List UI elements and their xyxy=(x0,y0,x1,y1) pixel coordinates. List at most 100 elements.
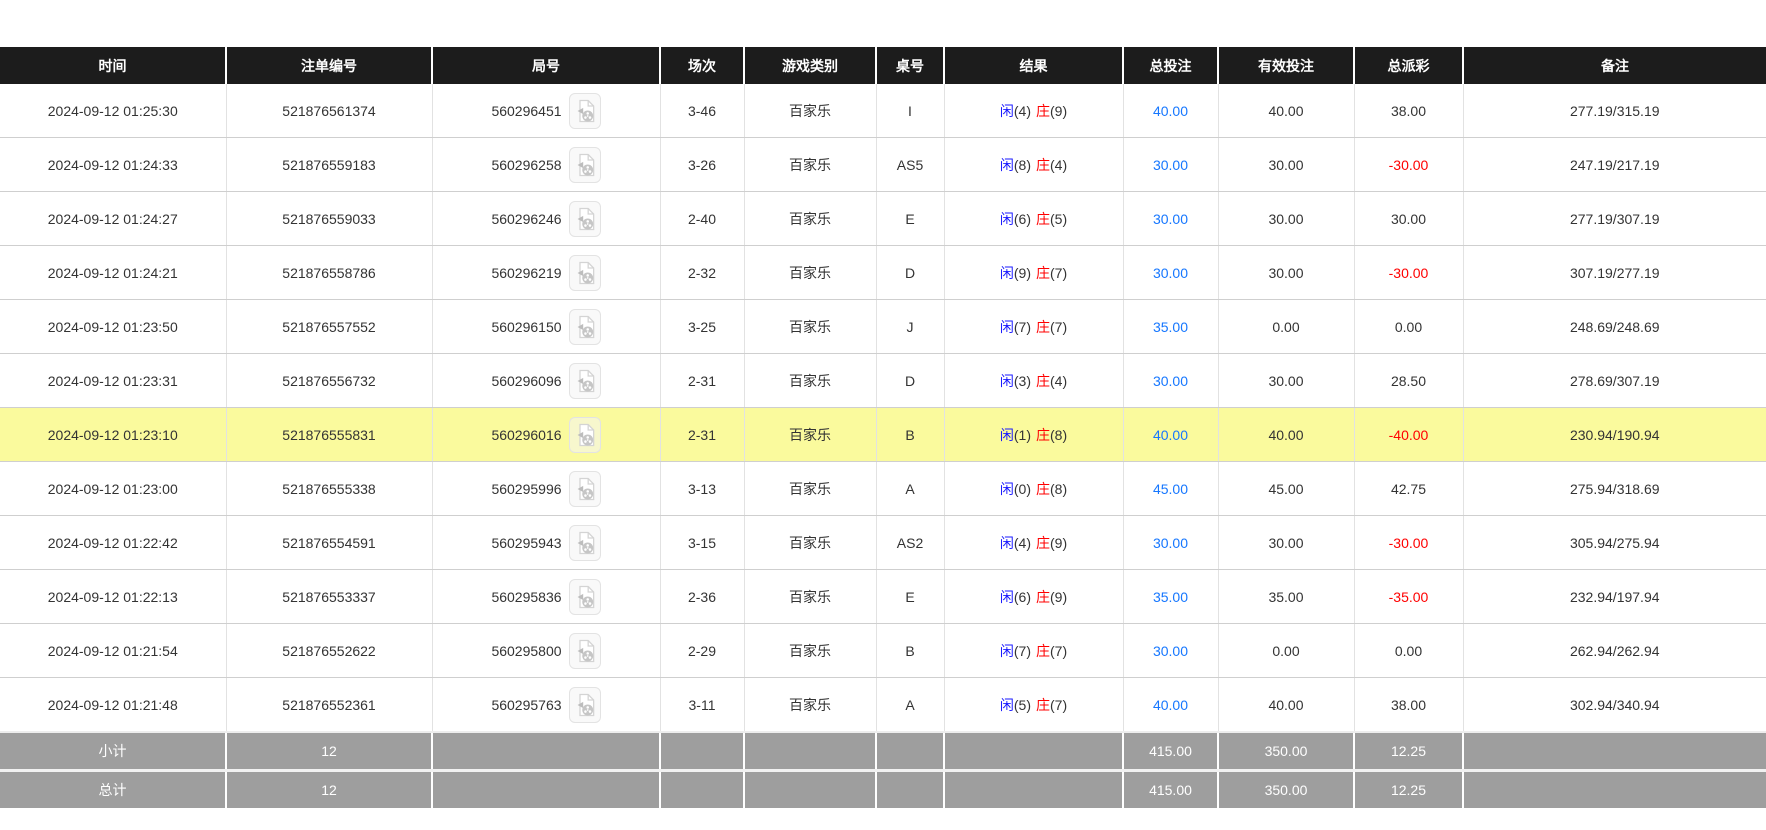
video-replay-button[interactable] xyxy=(569,471,601,507)
table-row[interactable]: 2024-09-12 01:23:10 521876555831 5602960… xyxy=(0,408,1766,462)
cell-valid-bet: 45.00 xyxy=(1218,462,1354,516)
cell-payout: -30.00 xyxy=(1354,138,1463,192)
total-bet-link[interactable]: 40.00 xyxy=(1153,103,1188,119)
summary-valid-bet: 350.00 xyxy=(1218,771,1354,809)
player-result-label: 闲 xyxy=(1000,481,1014,497)
player-result-label: 闲 xyxy=(1000,697,1014,713)
player-score: (7) xyxy=(1014,319,1031,335)
cell-time: 2024-09-12 01:22:13 xyxy=(0,570,226,624)
cell-result: 闲(5) 庄(7) xyxy=(944,678,1123,733)
table-header-row: 时间 注单编号 局号 场次 游戏类别 桌号 结果 总投注 有效投注 总派彩 备注 xyxy=(0,47,1766,84)
video-replay-button[interactable] xyxy=(569,201,601,237)
player-score: (5) xyxy=(1014,697,1031,713)
table-row[interactable]: 2024-09-12 01:22:13 521876553337 5602958… xyxy=(0,570,1766,624)
cell-total-bet: 30.00 xyxy=(1123,192,1218,246)
cell-round-no: 560296016 xyxy=(432,408,660,462)
table-row[interactable]: 2024-09-12 01:25:30 521876561374 5602964… xyxy=(0,84,1766,138)
table-row[interactable]: 2024-09-12 01:23:50 521876557552 5602961… xyxy=(0,300,1766,354)
table-row[interactable]: 2024-09-12 01:22:42 521876554591 5602959… xyxy=(0,516,1766,570)
banker-score: (7) xyxy=(1050,643,1067,659)
banker-score: (8) xyxy=(1050,481,1067,497)
video-replay-button[interactable] xyxy=(569,363,601,399)
video-replay-button[interactable] xyxy=(569,93,601,129)
total-bet-link[interactable]: 40.00 xyxy=(1153,427,1188,443)
cell-round-no: 560296219 xyxy=(432,246,660,300)
cell-round-no: 560295763 xyxy=(432,678,660,733)
total-bet-link[interactable]: 30.00 xyxy=(1153,211,1188,227)
cell-table-no: B xyxy=(876,408,944,462)
cell-table-no: J xyxy=(876,300,944,354)
video-replay-button[interactable] xyxy=(569,417,601,453)
cell-table-no: B xyxy=(876,624,944,678)
col-header-total-bet: 总投注 xyxy=(1123,47,1218,84)
cell-bet-no: 521876559183 xyxy=(226,138,432,192)
cell-round-no: 560296246 xyxy=(432,192,660,246)
round-number: 560296451 xyxy=(491,103,561,119)
cell-bet-no: 521876557552 xyxy=(226,300,432,354)
banker-result-label: 庄 xyxy=(1036,103,1050,119)
video-replay-button[interactable] xyxy=(569,255,601,291)
cell-result: 闲(6)庄(5) xyxy=(944,192,1123,246)
banker-score: (9) xyxy=(1050,589,1067,605)
table-row[interactable]: 2024-09-12 01:21:54 521876552622 5602958… xyxy=(0,624,1766,678)
total-bet-link[interactable]: 45.00 xyxy=(1153,481,1188,497)
table-row[interactable]: 2024-09-12 01:24:27 521876559033 5602962… xyxy=(0,192,1766,246)
cell-table-no: A xyxy=(876,678,944,733)
video-replay-button[interactable] xyxy=(569,687,601,723)
player-score: (7) xyxy=(1014,643,1031,659)
video-replay-button[interactable] xyxy=(569,525,601,561)
video-replay-icon xyxy=(575,531,595,555)
banker-score: (7) xyxy=(1050,697,1067,713)
cell-result: 闲(4)庄(9) xyxy=(944,516,1123,570)
cell-bet-no: 521876553337 xyxy=(226,570,432,624)
cell-bet-no: 521876555338 xyxy=(226,462,432,516)
total-bet-link[interactable]: 30.00 xyxy=(1153,643,1188,659)
total-bet-link[interactable]: 35.00 xyxy=(1153,319,1188,335)
cell-payout: 38.00 xyxy=(1354,678,1463,733)
player-score: (6) xyxy=(1014,211,1031,227)
cell-session: 2-40 xyxy=(660,192,744,246)
round-number: 560295943 xyxy=(491,535,561,551)
video-replay-button[interactable] xyxy=(569,579,601,615)
summary-payout: 12.25 xyxy=(1354,732,1463,771)
total-bet-link[interactable]: 40.00 xyxy=(1153,697,1188,713)
video-replay-button[interactable] xyxy=(569,147,601,183)
player-result-label: 闲 xyxy=(1000,589,1014,605)
banker-score: (9) xyxy=(1050,535,1067,551)
cell-total-bet: 30.00 xyxy=(1123,138,1218,192)
video-replay-icon xyxy=(575,261,595,285)
cell-bet-no: 521876555831 xyxy=(226,408,432,462)
table-row[interactable]: 2024-09-12 01:21:48 521876552361 5602957… xyxy=(0,678,1766,733)
table-row[interactable]: 2024-09-12 01:24:21 521876558786 5602962… xyxy=(0,246,1766,300)
total-bet-link[interactable]: 30.00 xyxy=(1153,265,1188,281)
video-replay-icon xyxy=(575,369,595,393)
banker-result-label: 庄 xyxy=(1036,697,1050,713)
cell-session: 3-25 xyxy=(660,300,744,354)
cell-remark: 277.19/315.19 xyxy=(1463,84,1766,138)
player-result-label: 闲 xyxy=(1000,373,1014,389)
total-bet-link[interactable]: 35.00 xyxy=(1153,589,1188,605)
table-row[interactable]: 2024-09-12 01:24:33 521876559183 5602962… xyxy=(0,138,1766,192)
cell-payout: 42.75 xyxy=(1354,462,1463,516)
total-bet-link[interactable]: 30.00 xyxy=(1153,157,1188,173)
cell-payout: 30.00 xyxy=(1354,192,1463,246)
cell-valid-bet: 30.00 xyxy=(1218,516,1354,570)
total-bet-link[interactable]: 30.00 xyxy=(1153,535,1188,551)
video-replay-icon xyxy=(575,315,595,339)
video-replay-icon xyxy=(575,423,595,447)
round-number: 560296246 xyxy=(491,211,561,227)
banker-result-label: 庄 xyxy=(1036,589,1050,605)
cell-total-bet: 40.00 xyxy=(1123,84,1218,138)
video-replay-icon xyxy=(575,639,595,663)
video-replay-icon xyxy=(575,585,595,609)
video-replay-button[interactable] xyxy=(569,633,601,669)
cell-valid-bet: 30.00 xyxy=(1218,192,1354,246)
summary-label: 总计 xyxy=(0,771,226,809)
col-header-game-type: 游戏类别 xyxy=(744,47,876,84)
table-row[interactable]: 2024-09-12 01:23:00 521876555338 5602959… xyxy=(0,462,1766,516)
table-row[interactable]: 2024-09-12 01:23:31 521876556732 5602960… xyxy=(0,354,1766,408)
video-replay-button[interactable] xyxy=(569,309,601,345)
video-replay-icon xyxy=(575,153,595,177)
cell-game-type: 百家乐 xyxy=(744,354,876,408)
total-bet-link[interactable]: 30.00 xyxy=(1153,373,1188,389)
